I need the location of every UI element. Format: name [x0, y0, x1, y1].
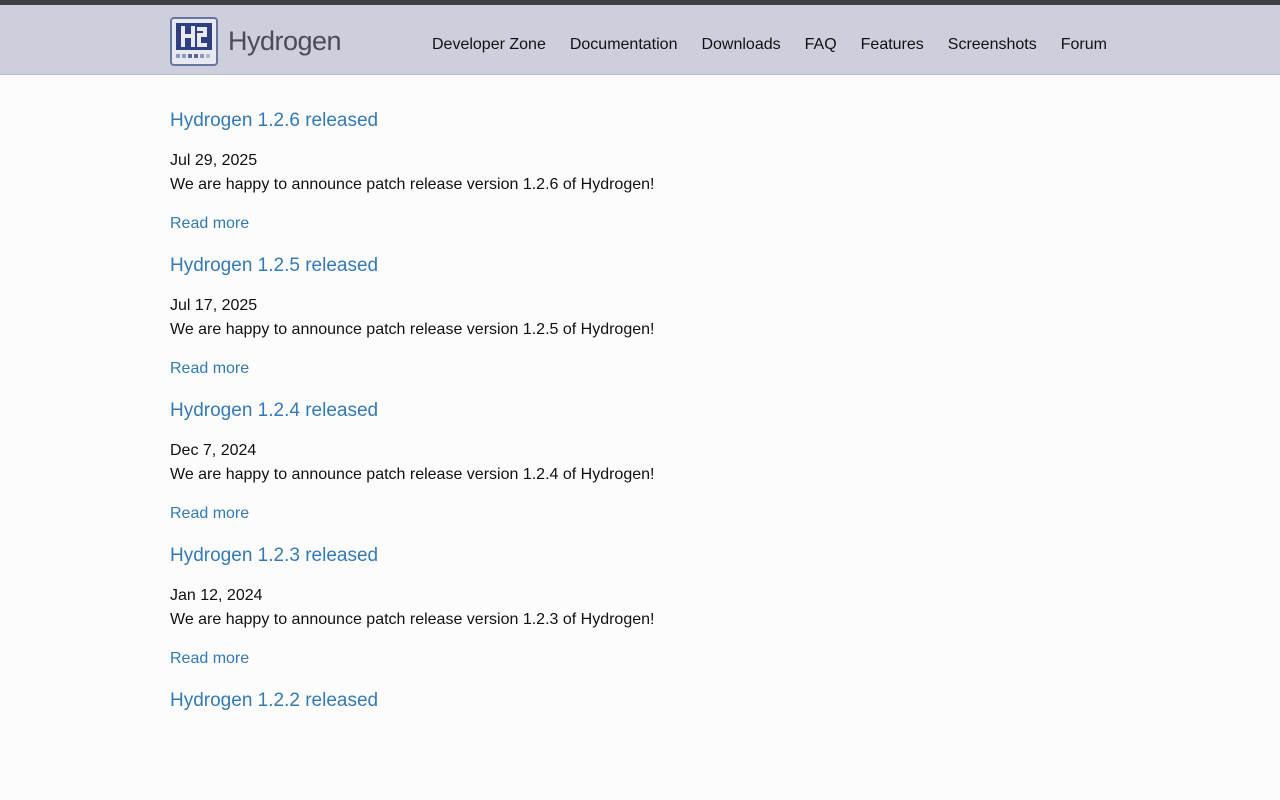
logo-text: Hydrogen [228, 26, 342, 56]
logo-link[interactable]: Hydrogen [170, 17, 342, 66]
post-summary: We are happy to announce patch release v… [170, 321, 655, 338]
post-title-link[interactable]: Hydrogen 1.2.6 released [170, 110, 378, 132]
site-header: Hydrogen Developer Zone Documentation Do… [0, 5, 1280, 75]
nav-screenshots[interactable]: Screenshots [948, 36, 1037, 54]
post-summary: We are happy to announce patch release v… [170, 176, 655, 193]
post-summary: We are happy to announce patch release v… [170, 611, 655, 628]
post-title-link[interactable]: Hydrogen 1.2.4 released [170, 400, 378, 422]
post-date: Dec 7, 2024 [170, 442, 257, 459]
post-title-link[interactable]: Hydrogen 1.2.2 released [170, 690, 378, 712]
nav-features[interactable]: Features [861, 36, 924, 54]
news-post: Hydrogen 1.2.6 released Jul 29, 2025 We … [170, 75, 1110, 232]
nav-forum[interactable]: Forum [1061, 36, 1107, 54]
post-title-link[interactable]: Hydrogen 1.2.5 released [170, 255, 378, 277]
news-post: Hydrogen 1.2.3 released Jan 12, 2024 We … [170, 510, 1110, 667]
nav-documentation[interactable]: Documentation [570, 36, 678, 54]
news-list: Hydrogen 1.2.6 released Jul 29, 2025 We … [170, 75, 1110, 800]
nav-developer-zone[interactable]: Developer Zone [432, 36, 546, 54]
nav-faq[interactable]: FAQ [805, 36, 837, 54]
post-date: Jan 12, 2024 [170, 587, 263, 604]
news-post: Hydrogen 1.2.5 released Jul 17, 2025 We … [170, 220, 1110, 377]
post-date: Jul 17, 2025 [170, 297, 258, 314]
post-date: Jul 29, 2025 [170, 152, 258, 169]
news-post: Hydrogen 1.2.4 released Dec 7, 2024 We a… [170, 365, 1110, 522]
news-post: Hydrogen 1.2.2 released [170, 655, 1110, 800]
post-summary: We are happy to announce patch release v… [170, 466, 655, 483]
h2-logo-icon [170, 17, 218, 66]
post-title-link[interactable]: Hydrogen 1.2.3 released [170, 545, 378, 567]
nav-downloads[interactable]: Downloads [701, 36, 780, 54]
main-nav: Developer Zone Documentation Downloads F… [432, 36, 1107, 54]
